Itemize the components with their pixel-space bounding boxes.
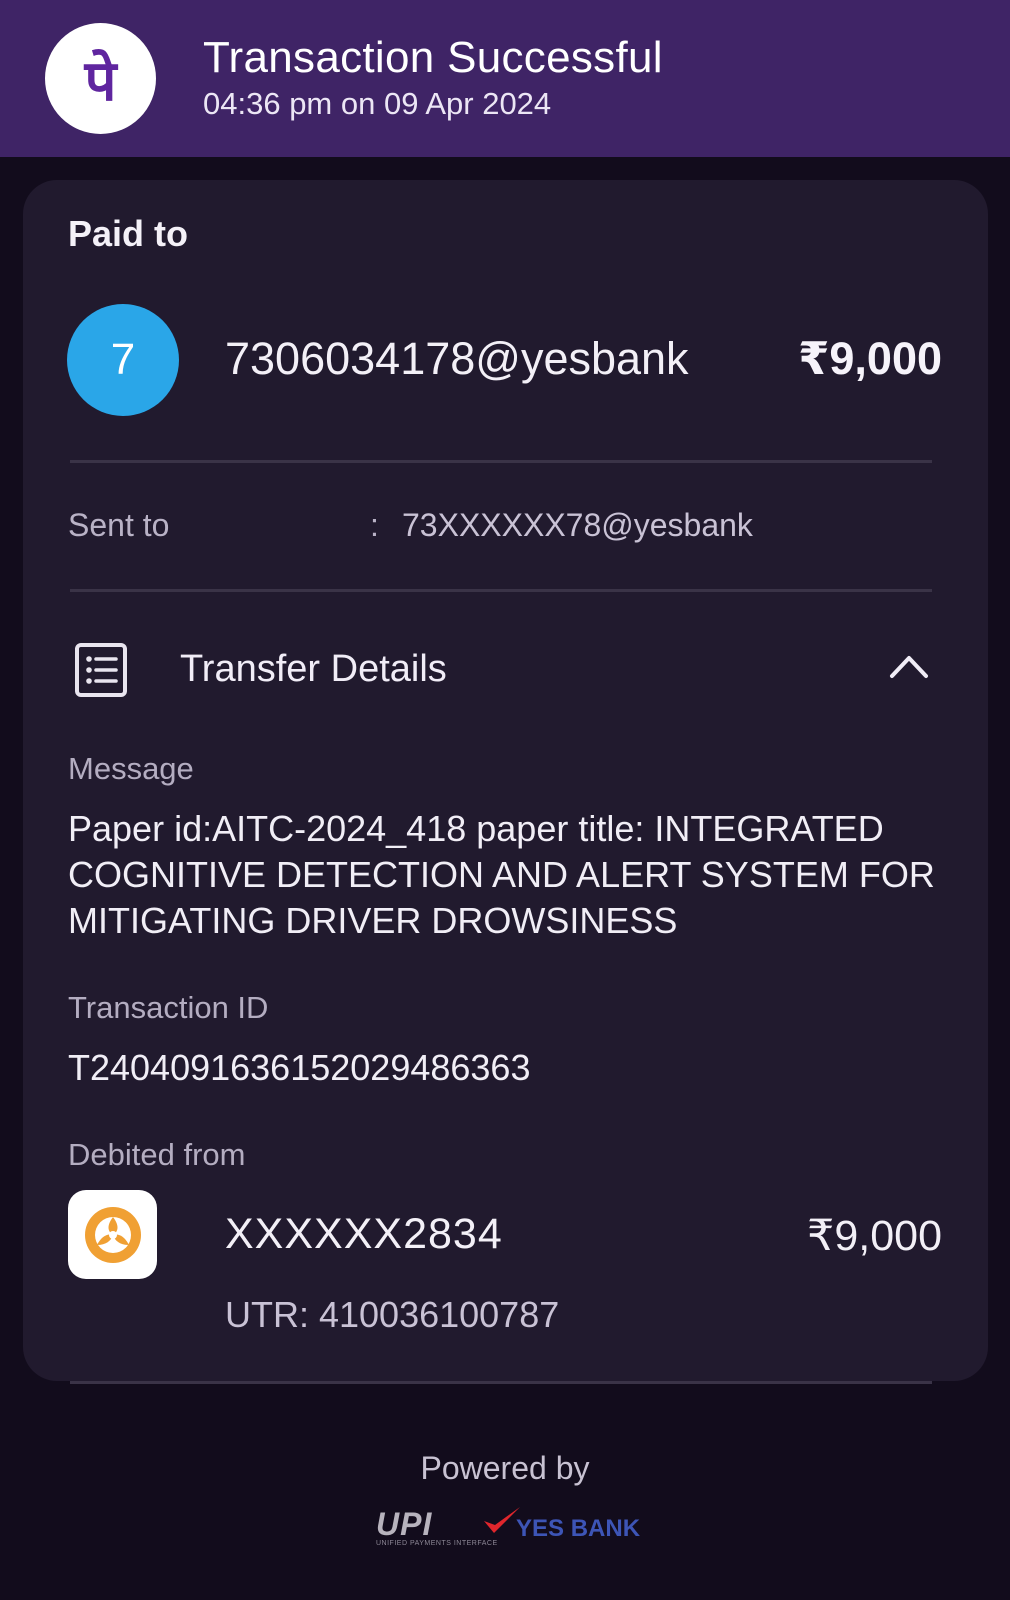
- phonepe-logo-icon: पे: [45, 23, 156, 134]
- sent-to-value: 73XXXXXX78@yesbank: [402, 507, 753, 543]
- bank-emblem-icon: [84, 1206, 141, 1263]
- transaction-id-value[interactable]: T2404091636152029486363: [68, 1047, 530, 1089]
- divider: [70, 460, 932, 463]
- paid-amount: ₹9,000: [798, 333, 942, 384]
- divider: [70, 589, 932, 592]
- icici-bank-logo-icon: [68, 1190, 157, 1279]
- payee-avatar-initial: 7: [110, 335, 136, 384]
- transaction-timestamp: 04:36 pm on 09 Apr 2024: [203, 86, 552, 121]
- transaction-id-label: Transaction ID: [68, 990, 269, 1025]
- powered-by-label: Powered by: [420, 1450, 590, 1486]
- sent-to-separator: :: [370, 507, 379, 543]
- yes-bank-logo: YES BANK: [516, 1515, 641, 1542]
- header-title: Transaction Successful: [203, 33, 663, 82]
- utr-number[interactable]: UTR: 410036100787: [225, 1294, 559, 1336]
- transaction-header: पे Transaction Successful 04:36 pm on 09…: [0, 0, 1010, 157]
- divider: [70, 1381, 932, 1384]
- debit-amount: ₹9,000: [807, 1212, 942, 1260]
- message-text: Paper id:AITC-2024_418 paper title: INTE…: [68, 808, 935, 941]
- transfer-details-title[interactable]: Transfer Details: [180, 648, 447, 691]
- upi-logo: UPI: [376, 1506, 433, 1542]
- receipt-list-icon: [75, 643, 127, 697]
- debit-account-number: XXXXXX2834: [225, 1210, 503, 1258]
- debited-from-label: Debited from: [68, 1137, 246, 1172]
- phonepe-logo-glyph: पे: [84, 48, 117, 114]
- paid-to-label: Paid to: [68, 213, 189, 254]
- upi-logo-subtitle: UNIFIED PAYMENTS INTERFACE: [376, 1540, 498, 1547]
- payee-avatar: 7: [67, 304, 179, 416]
- message-label: Message: [68, 751, 194, 786]
- sent-to-label: Sent to: [68, 507, 170, 543]
- chevron-up-icon[interactable]: [888, 652, 930, 680]
- payee-upi-id: 7306034178@yesbank: [225, 333, 689, 384]
